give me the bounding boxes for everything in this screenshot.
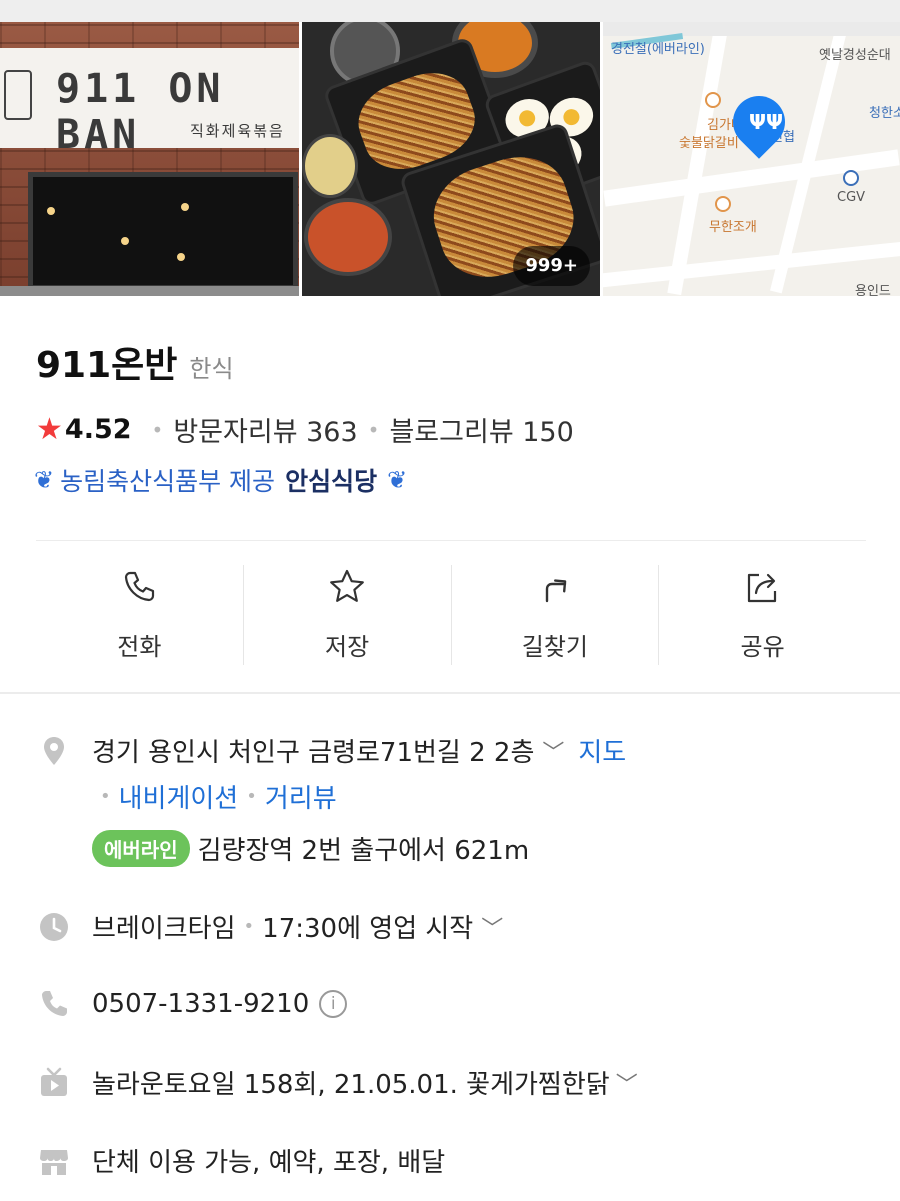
- share-icon: [747, 573, 776, 603]
- clock-icon: [36, 909, 72, 945]
- tv-icon: [36, 1065, 72, 1101]
- address-text: 경기 용인시 처인구 금령로71번길 2 2층: [92, 738, 535, 768]
- section-divider: [0, 692, 900, 694]
- title-row: 911온반 한식: [36, 336, 234, 388]
- call-label: 전화: [117, 633, 162, 661]
- phone-icon: [36, 986, 72, 1022]
- subway-distance: 김량장역 2번 출구에서 621m: [197, 836, 530, 866]
- map-label-8: 용인드: [855, 284, 891, 296]
- phone-row[interactable]: 0507-1331-9210 i: [36, 986, 348, 1022]
- separator-dot: •: [243, 916, 255, 937]
- map-thumbnail[interactable]: 경전철(에버라인) 옛날경성순대 청한소 김가네 숯불닭갈비 신협 CGV 무한…: [603, 22, 900, 296]
- directions-icon: [545, 579, 567, 603]
- sign-text: 911 ON BAN: [56, 66, 225, 158]
- address-links-row: • 내비게이션 • 거리뷰: [92, 778, 337, 815]
- services-text: 단체 이용 가능, 예약, 포장, 배달: [92, 1148, 446, 1178]
- laurel-right-icon: ❦: [387, 466, 408, 494]
- save-button[interactable]: 저장: [244, 565, 452, 665]
- cert-badge: 안심식당: [285, 467, 378, 496]
- map-label-4: 숯불닭갈비: [679, 136, 739, 151]
- storefront-photo[interactable]: 911 ON BAN 직화제육볶음: [0, 22, 299, 296]
- info-icon[interactable]: i: [319, 990, 348, 1018]
- top-bar: [0, 0, 900, 22]
- subway-line-badge: 에버라인: [92, 830, 190, 867]
- separator-dot: •: [151, 417, 164, 442]
- action-bar: 전화 저장 길찾기 공유: [36, 565, 866, 665]
- food-photo[interactable]: 999+: [302, 22, 600, 296]
- map-label-7: 무한조개: [709, 220, 757, 235]
- separator-dot: •: [100, 786, 111, 807]
- hours-status: 브레이크타임: [92, 914, 236, 944]
- sign-subtext: 직화제육볶음: [190, 122, 285, 140]
- map-label-rail: 경전철(에버라인): [611, 42, 705, 57]
- chevron-down-icon[interactable]: ﹀: [542, 735, 564, 767]
- star-icon: [330, 569, 365, 602]
- kimchi-dish: [304, 198, 392, 276]
- chevron-down-icon[interactable]: ﹀: [616, 1067, 638, 1099]
- share-button[interactable]: 공유: [659, 565, 866, 665]
- phone-number[interactable]: 0507-1331-9210: [92, 989, 309, 1019]
- laurel-left-icon: ❦: [34, 466, 55, 494]
- store-icon: [36, 1143, 72, 1179]
- safe-restaurant-cert[interactable]: ❦ 농림축산식품부 제공 안심식당 ❦: [34, 462, 407, 498]
- map-label-2: 청한소: [869, 106, 900, 121]
- curb: [0, 286, 299, 296]
- visitor-reviews-link[interactable]: 방문자리뷰 363: [173, 410, 357, 449]
- map-link[interactable]: 지도: [578, 732, 626, 769]
- restaurant-icon: ΨΨ: [749, 110, 783, 134]
- rating-score: 4.52: [64, 414, 132, 445]
- cert-provider: 농림축산식품부 제공: [60, 467, 276, 496]
- separator-dot: •: [367, 417, 380, 442]
- sign-logo: [4, 70, 32, 120]
- separator-dot: •: [246, 786, 257, 807]
- photo-count-badge[interactable]: 999+: [513, 246, 590, 286]
- photo-strip: 911 ON BAN 직화제육볶음 999+ 경전철(에버라인) 옛날경성순대 …: [0, 22, 900, 296]
- save-label: 저장: [325, 633, 370, 661]
- shop-window: [28, 172, 298, 290]
- share-label: 공유: [740, 633, 785, 661]
- rating-row: ★ 4.52 • 방문자리뷰 363 • 블로그리뷰 150: [36, 410, 574, 449]
- directions-button[interactable]: 길찾기: [452, 565, 660, 665]
- place-name: 911온반: [36, 345, 178, 386]
- blog-reviews-link[interactable]: 블로그리뷰 150: [389, 410, 573, 449]
- tv-appearance: 놀라운토요일 158회, 21.05.01. 꽃게가찜한닭: [92, 1070, 610, 1100]
- tv-row[interactable]: 놀라운토요일 158회, 21.05.01. 꽃게가찜한닭 ﹀: [36, 1064, 652, 1101]
- hours-row[interactable]: 브레이크타임 • 17:30에 영업 시작 ﹀: [36, 908, 517, 945]
- call-button[interactable]: 전화: [36, 565, 244, 665]
- side-dish: [302, 134, 358, 198]
- rating-star-icon: ★: [36, 412, 63, 447]
- address-row: 경기 용인시 처인구 금령로71번길 2 2층 ﹀ 지도: [36, 732, 626, 769]
- location-pin-icon: [36, 733, 72, 769]
- chevron-down-icon[interactable]: ﹀: [481, 911, 503, 943]
- divider: [36, 540, 866, 541]
- phone-icon: [125, 571, 155, 602]
- directions-label: 길찾기: [521, 633, 588, 661]
- hours-next: 17:30에 영업 시작: [262, 914, 474, 944]
- services-row: 단체 이용 가능, 예약, 포장, 배달: [36, 1142, 445, 1179]
- map-label-1: 옛날경성순대: [819, 48, 891, 63]
- subway-row: 에버라인 김량장역 2번 출구에서 621m: [92, 830, 529, 867]
- navigation-link[interactable]: 내비게이션: [119, 778, 239, 815]
- map-label-6: CGV: [837, 190, 866, 205]
- shop-sign: 911 ON BAN 직화제육볶음: [0, 48, 299, 158]
- street-view-link[interactable]: 거리뷰: [265, 778, 337, 815]
- place-category: 한식: [189, 355, 234, 383]
